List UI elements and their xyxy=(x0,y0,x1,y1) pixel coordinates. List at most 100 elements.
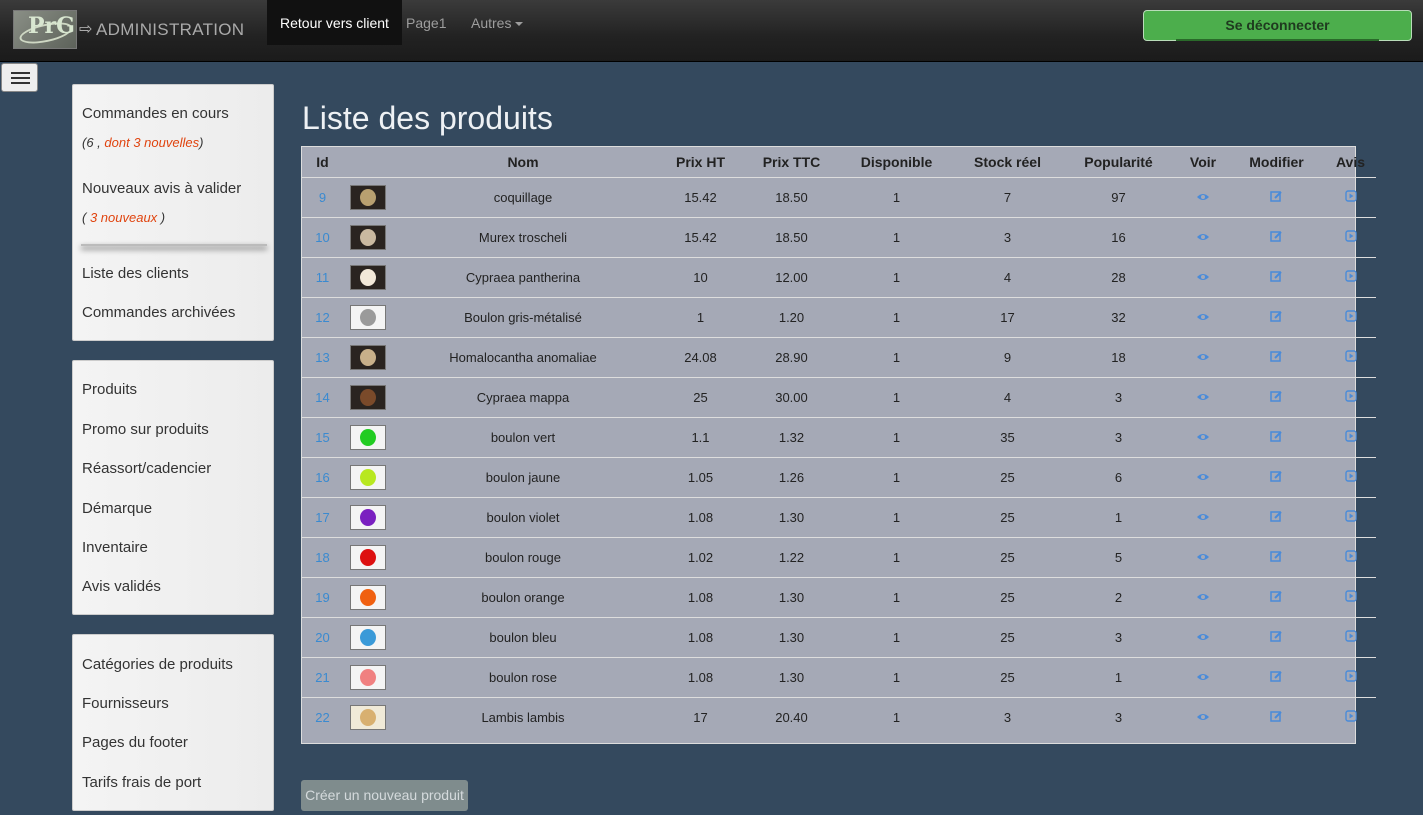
product-name: coquillage xyxy=(391,177,655,218)
product-thumbnail[interactable] xyxy=(349,385,386,410)
edit-icon[interactable] xyxy=(1270,230,1283,245)
eye-icon[interactable] xyxy=(1196,511,1210,524)
edit-icon[interactable] xyxy=(1270,470,1283,485)
sidebar-item-categories[interactable]: Catégories de produits xyxy=(82,656,233,673)
play-icon[interactable] xyxy=(1344,350,1357,364)
product-id-link[interactable]: 9 xyxy=(301,177,344,218)
play-icon[interactable] xyxy=(1344,230,1357,244)
product-id-link[interactable]: 22 xyxy=(301,697,344,737)
edit-icon[interactable] xyxy=(1270,350,1283,365)
sidebar-item-inventaire[interactable]: Inventaire xyxy=(82,539,148,556)
edit-icon[interactable] xyxy=(1270,390,1283,405)
sidebar-item-tarifs-port[interactable]: Tarifs frais de port xyxy=(82,774,201,791)
product-id-link[interactable]: 13 xyxy=(301,337,344,378)
eye-icon[interactable] xyxy=(1196,191,1210,204)
sidebar-item-nouveaux-avis[interactable]: Nouveaux avis à valider xyxy=(82,180,241,197)
product-id-link[interactable]: 15 xyxy=(301,417,344,458)
product-thumbnail[interactable] xyxy=(349,265,386,290)
eye-icon[interactable] xyxy=(1196,671,1210,684)
product-id-link[interactable]: 17 xyxy=(301,497,344,538)
column-header-prix-ttc[interactable]: Prix TTC xyxy=(746,146,837,178)
eye-icon[interactable] xyxy=(1196,231,1210,244)
product-id-link[interactable]: 21 xyxy=(301,657,344,698)
play-icon[interactable] xyxy=(1344,270,1357,284)
product-thumbnail[interactable] xyxy=(349,665,386,690)
edit-icon[interactable] xyxy=(1270,510,1283,525)
menu-toggle-button[interactable] xyxy=(1,63,38,92)
play-icon[interactable] xyxy=(1344,710,1357,724)
eye-icon[interactable] xyxy=(1196,351,1210,364)
product-name: Homalocantha anomaliae xyxy=(391,337,655,378)
sidebar-item-liste-clients[interactable]: Liste des clients xyxy=(82,265,189,282)
play-icon[interactable] xyxy=(1344,510,1357,524)
play-icon[interactable] xyxy=(1344,430,1357,444)
product-thumbnail[interactable] xyxy=(349,465,386,490)
play-icon[interactable] xyxy=(1344,550,1357,564)
play-icon[interactable] xyxy=(1344,470,1357,484)
edit-icon[interactable] xyxy=(1270,430,1283,445)
product-thumbnail[interactable] xyxy=(349,705,386,730)
product-id-link[interactable]: 18 xyxy=(301,537,344,578)
column-header-id[interactable]: Id xyxy=(301,146,344,178)
logo[interactable]: PrG xyxy=(13,10,77,49)
edit-icon[interactable] xyxy=(1270,630,1283,645)
column-header-stock[interactable]: Stock réel xyxy=(956,146,1059,178)
product-id-link[interactable]: 16 xyxy=(301,457,344,498)
column-header-prix-ht[interactable]: Prix HT xyxy=(655,146,746,178)
play-icon[interactable] xyxy=(1344,590,1357,604)
play-icon[interactable] xyxy=(1344,310,1357,324)
column-header-nom[interactable]: Nom xyxy=(391,146,655,178)
product-thumbnail[interactable] xyxy=(349,505,386,530)
sidebar-item-fournisseurs[interactable]: Fournisseurs xyxy=(82,695,169,712)
nav-autres-dropdown[interactable]: Autres xyxy=(458,0,536,45)
nav-retour-client[interactable]: Retour vers client xyxy=(267,0,402,45)
sidebar-item-avis-valides[interactable]: Avis validés xyxy=(82,578,161,595)
eye-icon[interactable] xyxy=(1196,631,1210,644)
product-id-link[interactable]: 20 xyxy=(301,617,344,658)
edit-icon[interactable] xyxy=(1270,270,1283,285)
product-id-link[interactable]: 10 xyxy=(301,217,344,258)
product-thumbnail[interactable] xyxy=(349,545,386,570)
product-thumbnail[interactable] xyxy=(349,305,386,330)
create-product-button[interactable]: Créer un nouveau produit xyxy=(301,780,468,811)
eye-icon[interactable] xyxy=(1196,471,1210,484)
play-icon[interactable] xyxy=(1344,670,1357,684)
edit-icon[interactable] xyxy=(1270,310,1283,325)
eye-icon[interactable] xyxy=(1196,591,1210,604)
edit-icon[interactable] xyxy=(1270,590,1283,605)
sidebar-item-commandes-archivees[interactable]: Commandes archivées xyxy=(82,304,235,321)
sidebar-item-pages-footer[interactable]: Pages du footer xyxy=(82,734,188,751)
product-id-link[interactable]: 11 xyxy=(301,257,344,298)
edit-icon[interactable] xyxy=(1270,710,1283,725)
nav-page1[interactable]: Page1 xyxy=(393,0,459,45)
sidebar-item-promo[interactable]: Promo sur produits xyxy=(82,421,209,438)
eye-icon[interactable] xyxy=(1196,551,1210,564)
eye-icon[interactable] xyxy=(1196,431,1210,444)
product-thumbnail[interactable] xyxy=(349,225,386,250)
column-header-popularite[interactable]: Popularité xyxy=(1059,146,1178,178)
edit-icon[interactable] xyxy=(1270,550,1283,565)
product-id-link[interactable]: 14 xyxy=(301,377,344,418)
column-header-disponible[interactable]: Disponible xyxy=(837,146,956,178)
sidebar-item-demarque[interactable]: Démarque xyxy=(82,500,152,517)
eye-icon[interactable] xyxy=(1196,391,1210,404)
play-icon[interactable] xyxy=(1344,190,1357,204)
eye-icon[interactable] xyxy=(1196,311,1210,324)
product-id-link[interactable]: 19 xyxy=(301,577,344,618)
sidebar-item-produits[interactable]: Produits xyxy=(82,381,137,398)
product-thumbnail[interactable] xyxy=(349,185,386,210)
product-thumbnail[interactable] xyxy=(349,345,386,370)
logout-button[interactable]: Se déconnecter xyxy=(1143,10,1412,41)
product-thumbnail[interactable] xyxy=(349,585,386,610)
play-icon[interactable] xyxy=(1344,390,1357,404)
product-thumbnail[interactable] xyxy=(349,625,386,650)
edit-icon[interactable] xyxy=(1270,190,1283,205)
sidebar-item-commandes-en-cours[interactable]: Commandes en cours xyxy=(82,105,229,122)
edit-icon[interactable] xyxy=(1270,670,1283,685)
eye-icon[interactable] xyxy=(1196,711,1210,724)
product-thumbnail[interactable] xyxy=(349,425,386,450)
eye-icon[interactable] xyxy=(1196,271,1210,284)
play-icon[interactable] xyxy=(1344,630,1357,644)
product-id-link[interactable]: 12 xyxy=(301,297,344,338)
sidebar-item-reassort[interactable]: Réassort/cadencier xyxy=(82,460,211,477)
